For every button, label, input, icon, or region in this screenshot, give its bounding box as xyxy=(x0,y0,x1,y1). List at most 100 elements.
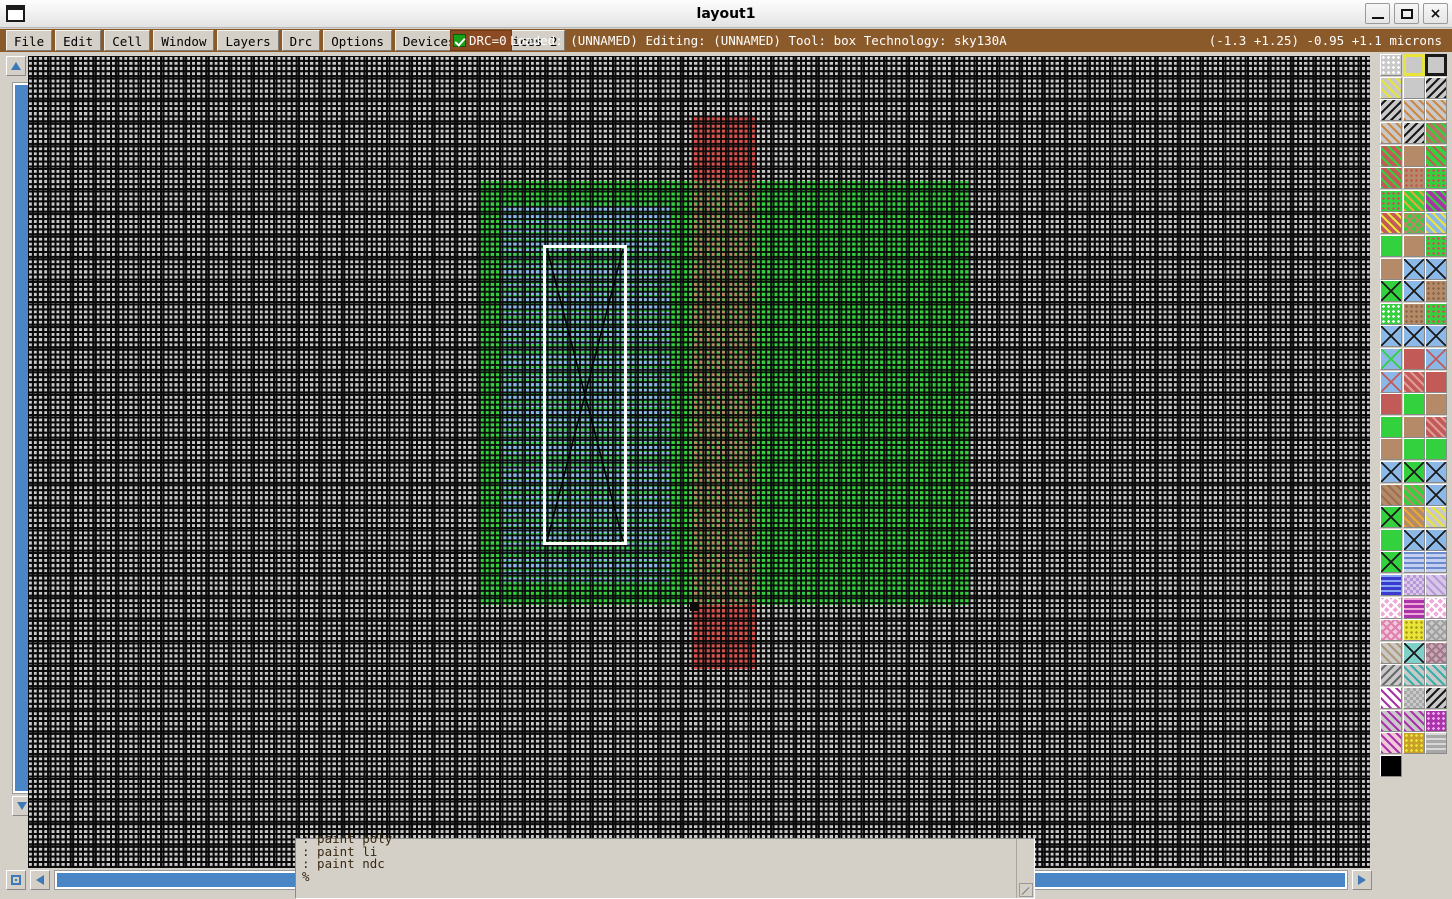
layer-swatch-77[interactable] xyxy=(1402,619,1425,642)
minimize-button[interactable] xyxy=(1365,3,1390,24)
layer-swatch-41[interactable] xyxy=(1402,348,1425,371)
layer-swatch-1[interactable] xyxy=(1380,54,1403,77)
layer-swatch-56[interactable] xyxy=(1402,460,1425,483)
layer-swatch-45[interactable] xyxy=(1425,370,1448,393)
menu-options[interactable]: Options xyxy=(323,30,392,51)
layer-swatch-30[interactable] xyxy=(1425,257,1448,280)
layer-swatch-61[interactable] xyxy=(1380,506,1403,529)
layer-swatch-86[interactable] xyxy=(1402,686,1425,709)
layer-swatch-91[interactable] xyxy=(1380,732,1403,755)
menu-drc[interactable]: Drc xyxy=(281,30,321,51)
layer-swatch-53[interactable] xyxy=(1402,438,1425,461)
scroll-left-button[interactable] xyxy=(30,870,50,890)
layer-swatch-44[interactable] xyxy=(1402,370,1425,393)
layer-swatch-28[interactable] xyxy=(1380,257,1403,280)
layer-swatch-51[interactable] xyxy=(1425,415,1448,438)
layer-swatch-72[interactable] xyxy=(1425,573,1448,596)
layer-swatch-84[interactable] xyxy=(1425,664,1448,687)
layer-swatch-12[interactable] xyxy=(1425,122,1448,145)
layer-swatch-57[interactable] xyxy=(1425,460,1448,483)
layer-swatch-34[interactable] xyxy=(1380,302,1403,325)
resize-grip-icon[interactable] xyxy=(1019,883,1033,897)
layer-swatch-76[interactable] xyxy=(1380,619,1403,642)
layer-swatch-38[interactable] xyxy=(1402,325,1425,348)
layer-swatch-88[interactable] xyxy=(1380,709,1403,732)
layer-swatch-75[interactable] xyxy=(1425,596,1448,619)
layer-swatch-17[interactable] xyxy=(1402,167,1425,190)
tcl-console[interactable]: : paint poly : paint li : paint ndc % xyxy=(295,833,1035,899)
scroll-up-button[interactable] xyxy=(6,56,26,76)
layer-swatch-66[interactable] xyxy=(1425,528,1448,551)
vertical-scrollbar[interactable] xyxy=(6,56,32,816)
layer-swatch-26[interactable] xyxy=(1402,235,1425,258)
layer-swatch-73[interactable] xyxy=(1380,596,1403,619)
layer-swatch-40[interactable] xyxy=(1380,348,1403,371)
layer-swatch-35[interactable] xyxy=(1402,302,1425,325)
layer-swatch-46[interactable] xyxy=(1380,393,1403,416)
layer-swatch-55[interactable] xyxy=(1380,460,1403,483)
console-scrollbar[interactable] xyxy=(1016,839,1034,898)
layer-swatch-2[interactable] xyxy=(1402,54,1425,77)
layer-palette[interactable] xyxy=(1378,52,1452,835)
layer-swatch-82[interactable] xyxy=(1380,664,1403,687)
layer-swatch-37[interactable] xyxy=(1380,325,1403,348)
layer-swatch-25[interactable] xyxy=(1380,235,1403,258)
layer-swatch-20[interactable] xyxy=(1402,189,1425,212)
layer-swatch-16[interactable] xyxy=(1380,167,1403,190)
layer-swatch-50[interactable] xyxy=(1402,415,1425,438)
layer-swatch-7[interactable] xyxy=(1380,99,1403,122)
layer-swatch-52[interactable] xyxy=(1380,438,1403,461)
layer-swatch-58[interactable] xyxy=(1380,483,1403,506)
layer-swatch-43[interactable] xyxy=(1380,370,1403,393)
layer-swatch-9[interactable] xyxy=(1425,99,1448,122)
layer-swatch-64[interactable] xyxy=(1380,528,1403,551)
layer-swatch-18[interactable] xyxy=(1425,167,1448,190)
layer-swatch-71[interactable] xyxy=(1402,573,1425,596)
layer-swatch-68[interactable] xyxy=(1402,551,1425,574)
layer-swatch-94[interactable] xyxy=(1380,754,1403,777)
menu-file[interactable]: File xyxy=(6,30,53,51)
layer-swatch-90[interactable] xyxy=(1425,709,1448,732)
layer-swatch-39[interactable] xyxy=(1425,325,1448,348)
layer-swatch-54[interactable] xyxy=(1425,438,1448,461)
layer-swatch-33[interactable] xyxy=(1425,280,1448,303)
layer-swatch-63[interactable] xyxy=(1425,506,1448,529)
layer-swatch-4[interactable] xyxy=(1380,76,1403,99)
layer-swatch-29[interactable] xyxy=(1402,257,1425,280)
drc-status-button[interactable]: DRC=0 xyxy=(450,30,512,51)
layer-swatch-8[interactable] xyxy=(1402,99,1425,122)
layer-swatch-21[interactable] xyxy=(1425,189,1448,212)
layer-swatch-89[interactable] xyxy=(1402,709,1425,732)
layer-swatch-42[interactable] xyxy=(1425,348,1448,371)
layer-swatch-24[interactable] xyxy=(1425,212,1448,235)
menu-layers[interactable]: Layers xyxy=(217,30,279,51)
layer-swatch-23[interactable] xyxy=(1402,212,1425,235)
layer-swatch-80[interactable] xyxy=(1402,641,1425,664)
layer-swatch-85[interactable] xyxy=(1380,686,1403,709)
maximize-button[interactable] xyxy=(1394,3,1419,24)
layer-swatch-83[interactable] xyxy=(1402,664,1425,687)
layer-swatch-47[interactable] xyxy=(1402,393,1425,416)
layer-swatch-32[interactable] xyxy=(1402,280,1425,303)
close-button[interactable]: × xyxy=(1423,3,1448,24)
layer-swatch-93[interactable] xyxy=(1425,732,1448,755)
layer-swatch-62[interactable] xyxy=(1402,506,1425,529)
layer-swatch-49[interactable] xyxy=(1380,415,1403,438)
layer-swatch-3[interactable] xyxy=(1425,54,1448,77)
layer-swatch-60[interactable] xyxy=(1425,483,1448,506)
layer-swatch-67[interactable] xyxy=(1380,551,1403,574)
layer-swatch-31[interactable] xyxy=(1380,280,1403,303)
menu-cell[interactable]: Cell xyxy=(104,30,151,51)
layer-swatch-6[interactable] xyxy=(1425,76,1448,99)
zoom-full-button[interactable] xyxy=(6,870,26,890)
layer-swatch-27[interactable] xyxy=(1425,235,1448,258)
layout-canvas[interactable] xyxy=(28,56,1370,868)
layer-swatch-78[interactable] xyxy=(1425,619,1448,642)
layer-swatch-70[interactable] xyxy=(1380,573,1403,596)
menu-edit[interactable]: Edit xyxy=(55,30,102,51)
layer-swatch-48[interactable] xyxy=(1425,393,1448,416)
layer-swatch-10[interactable] xyxy=(1380,122,1403,145)
menu-window[interactable]: Window xyxy=(153,30,215,51)
layer-swatch-15[interactable] xyxy=(1425,144,1448,167)
layer-swatch-81[interactable] xyxy=(1425,641,1448,664)
